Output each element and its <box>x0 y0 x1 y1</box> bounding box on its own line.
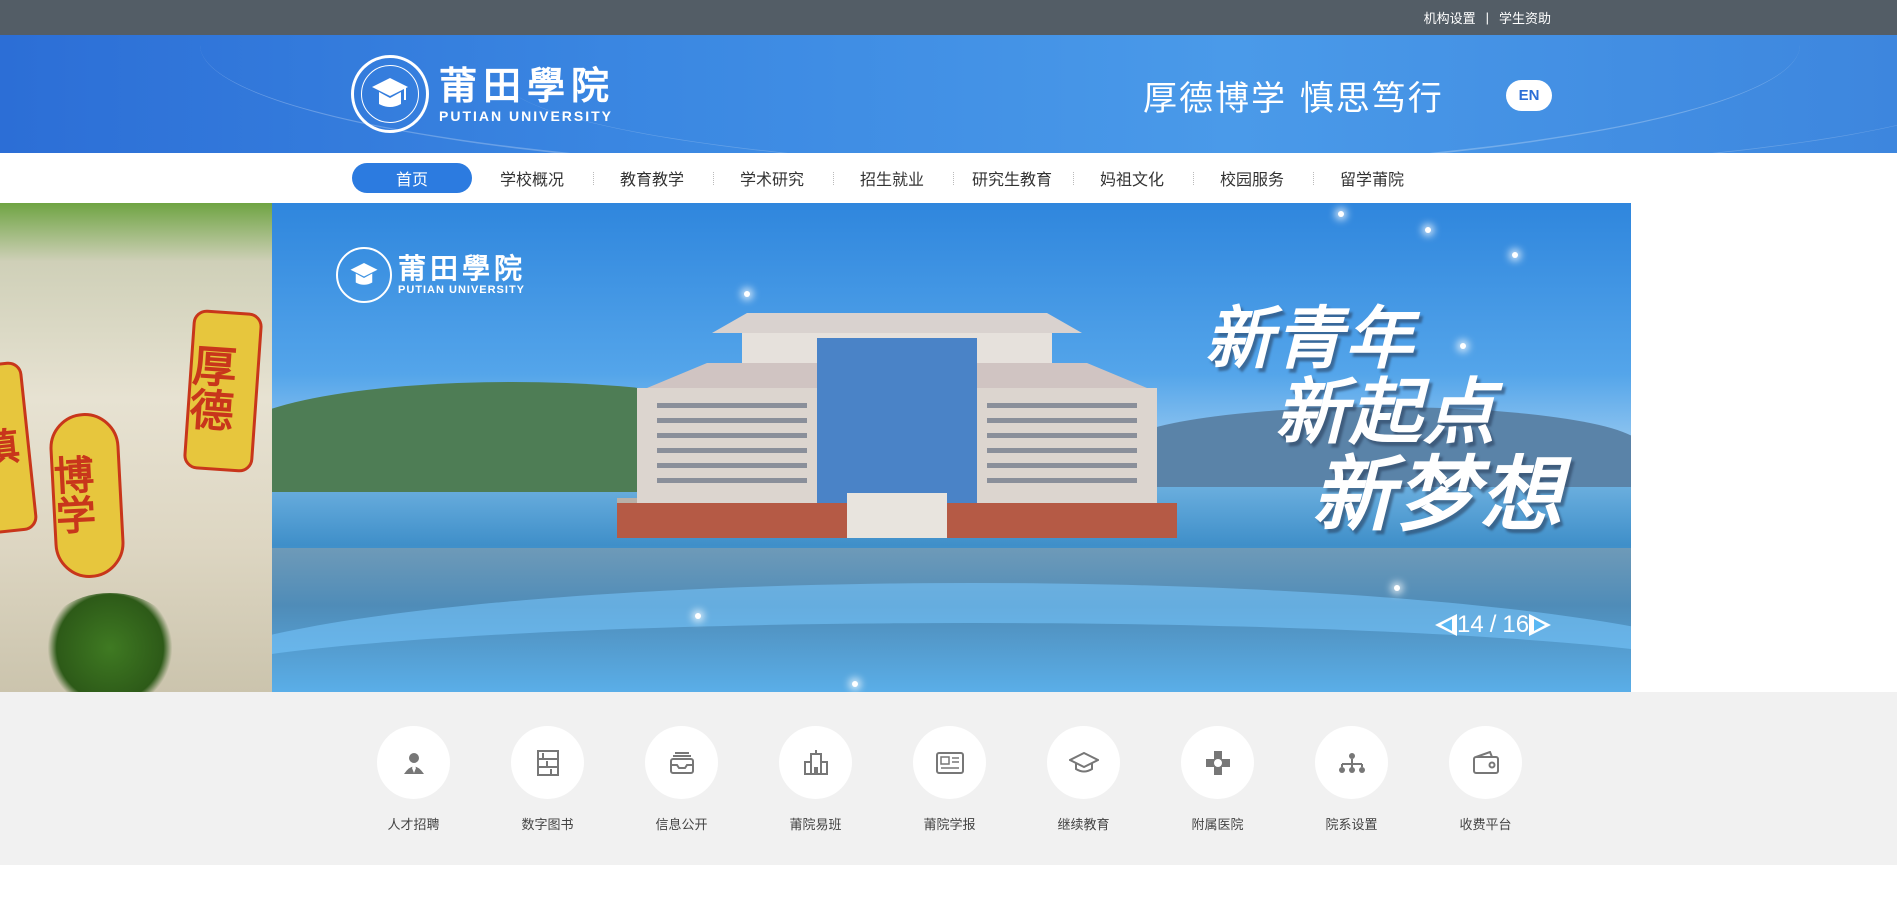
stamp-houde: 厚德 <box>182 308 264 474</box>
nav-item-admissions[interactable]: 招生就业 <box>832 163 954 193</box>
quick-link-continuing-education[interactable]: 继续教育 <box>1047 726 1120 833</box>
utility-link-org[interactable]: 机构设置 <box>1424 8 1476 27</box>
slide-current: 14 <box>1457 611 1484 638</box>
nav-label: 校园服务 <box>1219 172 1284 189</box>
stamp-boxue: 博学 <box>47 411 127 580</box>
previous-slide-arrow-icon[interactable] <box>1435 614 1457 636</box>
quick-links-bar: 人才招聘 数字图书 信息公开 莆院易班 莆院学报 继续教育 附属医院 院系设置 … <box>0 692 1897 865</box>
banner-logo-en: PUTIAN UNIVERSITY <box>398 284 526 296</box>
quick-link-label: 继续教育 <box>1057 817 1110 832</box>
quick-link-label: 莆院易班 <box>789 817 842 832</box>
banner-carousel: 厚德 博学 慎 莆田學院 PUTIAN UNIVERSITY 新青年 新起点 新… <box>0 203 1897 692</box>
quick-link-label: 人才招聘 <box>387 817 440 832</box>
quick-link-label: 收费平台 <box>1459 817 1512 832</box>
sparkle <box>695 613 701 619</box>
logo-title-cn: 莆田學院 <box>439 63 616 108</box>
sparkle <box>1338 211 1344 217</box>
sparkle <box>1425 227 1431 233</box>
nav-label: 妈祖文化 <box>1099 172 1164 189</box>
quick-link-label: 数字图书 <box>521 817 574 832</box>
plant-image <box>40 593 180 692</box>
sparkle <box>1460 343 1466 349</box>
slogan-line-3: 新梦想 <box>1312 448 1564 543</box>
slide-total: 16 <box>1502 611 1530 638</box>
slide-counter: 14 / 16 <box>1435 611 1552 639</box>
nav-item-campus-services[interactable]: 校园服务 <box>1192 163 1314 193</box>
nav-label: 首页 <box>395 172 428 189</box>
university-seal-icon <box>336 247 392 303</box>
site-header: 莆田學院 PUTIAN UNIVERSITY 厚德博学 慎思笃行 EN <box>0 35 1897 153</box>
quick-link-journal[interactable]: 莆院学报 <box>913 726 986 833</box>
campus-building-image <box>617 313 1177 538</box>
nav-label: 学术研究 <box>739 172 804 189</box>
quick-link-digital-library[interactable]: 数字图书 <box>511 726 584 833</box>
nav-item-graduate[interactable]: 研究生教育 <box>952 163 1074 193</box>
graduation-cap-icon <box>1047 726 1120 799</box>
quick-link-yiban[interactable]: 莆院易班 <box>779 726 852 833</box>
quick-link-payment[interactable]: 收费平台 <box>1449 726 1522 833</box>
nav-item-home[interactable]: 首页 <box>352 163 472 193</box>
slide-separator: / <box>1489 611 1497 638</box>
sparkle <box>1512 252 1518 258</box>
utility-link-aid[interactable]: 学生资助 <box>1499 8 1551 27</box>
quick-link-label: 信息公开 <box>655 817 708 832</box>
bookshelf-icon <box>511 726 584 799</box>
school-motto: 厚德博学 慎思笃行 <box>1143 79 1444 119</box>
stamp-partial: 慎 <box>0 360 39 536</box>
nav-item-overview[interactable]: 学校概况 <box>472 163 594 193</box>
nav-label: 教育教学 <box>619 172 684 189</box>
next-slide-arrow-icon[interactable] <box>1529 614 1552 636</box>
utility-links: 机构设置 | 学生资助 <box>1424 0 1551 35</box>
top-utility-bar: 机构设置 | 学生资助 <box>0 0 1897 35</box>
quick-link-label: 院系设置 <box>1325 817 1378 832</box>
sparkle <box>852 681 858 687</box>
wallet-icon <box>1449 726 1522 799</box>
nav-item-mazu-culture[interactable]: 妈祖文化 <box>1072 163 1194 193</box>
inbox-icon <box>645 726 718 799</box>
nav-label: 招生就业 <box>859 172 924 189</box>
quick-link-departments[interactable]: 院系设置 <box>1315 726 1388 833</box>
current-slide-photo[interactable]: 莆田學院 PUTIAN UNIVERSITY 新青年 新起点 新梦想 14 / … <box>272 203 1631 692</box>
sparkle <box>744 291 750 297</box>
nav-item-study-abroad[interactable]: 留学莆院 <box>1312 163 1432 193</box>
nav-item-education[interactable]: 教育教学 <box>592 163 714 193</box>
sparkle <box>1394 585 1400 591</box>
previous-slide-photo[interactable]: 厚德 博学 慎 <box>0 203 272 692</box>
nav-label: 学校概况 <box>499 172 564 189</box>
person-icon <box>377 726 450 799</box>
quick-link-hospital[interactable]: 附属医院 <box>1181 726 1254 833</box>
nav-item-research[interactable]: 学术研究 <box>712 163 834 193</box>
quick-link-recruitment[interactable]: 人才招聘 <box>377 726 450 833</box>
university-logo[interactable]: 莆田學院 PUTIAN UNIVERSITY <box>351 55 615 133</box>
newspaper-icon <box>913 726 986 799</box>
nav-label: 研究生教育 <box>971 172 1052 189</box>
quick-link-info-disclosure[interactable]: 信息公开 <box>645 726 718 833</box>
hospital-cross-icon <box>1181 726 1254 799</box>
banner-logo-cn: 莆田學院 <box>398 252 527 285</box>
quick-link-label: 莆院学报 <box>923 817 976 832</box>
org-chart-icon <box>1315 726 1388 799</box>
logo-title-en: PUTIAN UNIVERSITY <box>439 108 614 124</box>
english-language-button[interactable]: EN <box>1506 80 1552 111</box>
utility-separator: | <box>1485 10 1489 25</box>
university-seal-icon <box>351 55 429 133</box>
main-navigation: 首页 学校概况 教育教学 学术研究 招生就业 研究生教育 妈祖文化 校园服务 留… <box>0 153 1897 203</box>
quick-link-label: 附属医院 <box>1191 817 1244 832</box>
banner-logo: 莆田學院 PUTIAN UNIVERSITY <box>336 247 526 303</box>
building-icon <box>779 726 852 799</box>
nav-label: 留学莆院 <box>1339 172 1404 189</box>
